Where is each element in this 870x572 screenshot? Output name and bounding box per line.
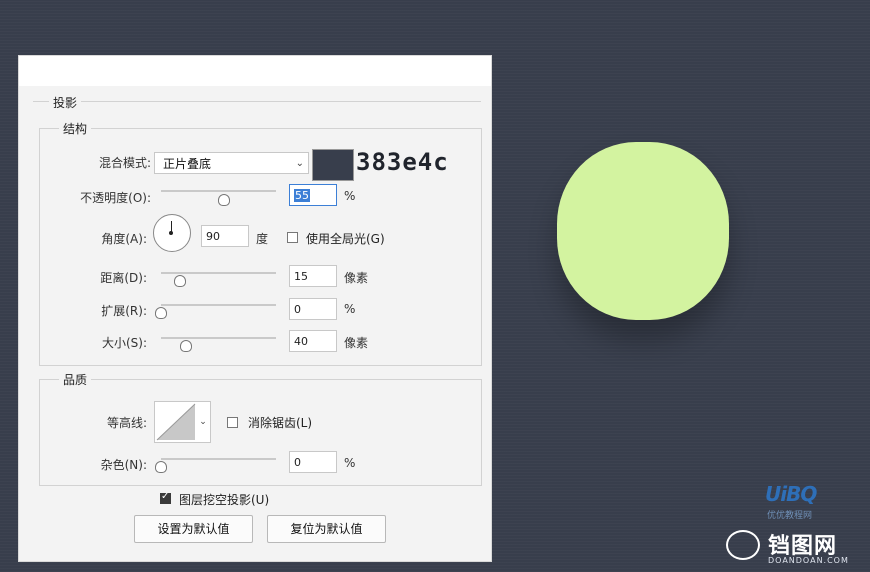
contour-dropdown-chevron-icon[interactable]: ⌄ (196, 401, 211, 443)
size-unit: 像素 (344, 336, 369, 350)
reset-default-button[interactable]: 复位为默认值 (267, 515, 386, 543)
drop-shadow-group (33, 101, 481, 102)
spread-slider[interactable] (161, 304, 276, 306)
structure-legend: 结构 (59, 120, 92, 137)
site-watermark-logo: 铛图网 DOANDOAN.COM (726, 528, 866, 568)
quality-legend: 品质 (59, 371, 92, 388)
opacity-slider[interactable] (161, 190, 276, 192)
knockout-checkbox[interactable] (160, 491, 171, 504)
section-title: 投影 (49, 94, 82, 111)
blend-mode-label: 混合模式: (98, 156, 151, 170)
size-value: 40 (294, 335, 308, 348)
drop-shadow-dialog: 投影 结构 混合模式: 正片叠底 ⌄ 383e4c 不透明度(O): 55 % … (18, 55, 492, 562)
spread-unit: % (344, 302, 356, 316)
watermark-emblem-icon (726, 530, 760, 560)
contour-label: 等高线: (106, 416, 147, 430)
opacity-input[interactable]: 55 (289, 184, 337, 206)
angle-value: 90 (206, 230, 220, 243)
global-light-checkbox[interactable] (287, 232, 298, 243)
global-light-label: 使用全局光(G) (306, 232, 385, 246)
contour-curve-icon (156, 403, 196, 441)
noise-slider-thumb[interactable] (155, 461, 167, 473)
opacity-slider-thumb[interactable] (218, 194, 230, 206)
color-hex-annotation: 383e4c (356, 148, 449, 176)
size-input[interactable]: 40 (289, 330, 337, 352)
distance-input[interactable]: 15 (289, 265, 337, 287)
rounded-green-shape (557, 142, 729, 320)
watermark-site-domain: DOANDOAN.COM (768, 556, 849, 565)
knockout-label: 图层挖空投影(U) (179, 493, 270, 507)
noise-input[interactable]: 0 (289, 451, 337, 473)
size-slider-thumb[interactable] (180, 340, 192, 352)
watermark-uibq-subtitle: 优优教程网 (767, 511, 813, 521)
angle-input[interactable]: 90 (201, 225, 249, 247)
anti-alias-checkbox[interactable] (227, 417, 238, 428)
chevron-down-icon: ⌄ (295, 158, 304, 169)
watermark-uibq-text: UiBQ (765, 482, 817, 506)
distance-slider[interactable] (161, 272, 276, 274)
blend-mode-select[interactable]: 正片叠底 ⌄ (154, 152, 309, 174)
angle-center-dot (169, 231, 173, 235)
noise-value: 0 (294, 456, 301, 469)
opacity-unit: % (344, 189, 356, 203)
angle-label: 角度(A): (101, 232, 147, 246)
dialog-top-bar (19, 56, 491, 86)
angle-unit: 度 (256, 232, 269, 246)
spread-value: 0 (294, 303, 301, 316)
spread-input[interactable]: 0 (289, 298, 337, 320)
angle-dial[interactable] (153, 214, 191, 252)
anti-alias-label: 消除锯齿(L) (248, 416, 313, 430)
size-label: 大小(S): (101, 336, 147, 350)
opacity-label: 不透明度(O): (80, 191, 151, 205)
set-default-button[interactable]: 设置为默认值 (134, 515, 253, 543)
contour-preview[interactable] (154, 401, 198, 443)
distance-unit: 像素 (344, 271, 369, 285)
size-slider[interactable] (161, 337, 276, 339)
noise-label: 杂色(N): (100, 458, 147, 472)
uibq-watermark-logo: UiBQ 优优教程网 (765, 482, 835, 522)
distance-value: 15 (294, 270, 308, 283)
noise-unit: % (344, 456, 356, 470)
noise-slider[interactable] (161, 458, 276, 460)
spread-slider-thumb[interactable] (155, 307, 167, 319)
shadow-color-swatch[interactable] (312, 149, 354, 181)
opacity-value: 55 (294, 189, 310, 202)
distance-label: 距离(D): (100, 271, 147, 285)
spread-label: 扩展(R): (101, 304, 147, 318)
distance-slider-thumb[interactable] (174, 275, 186, 287)
blend-mode-value: 正片叠底 (163, 157, 212, 171)
